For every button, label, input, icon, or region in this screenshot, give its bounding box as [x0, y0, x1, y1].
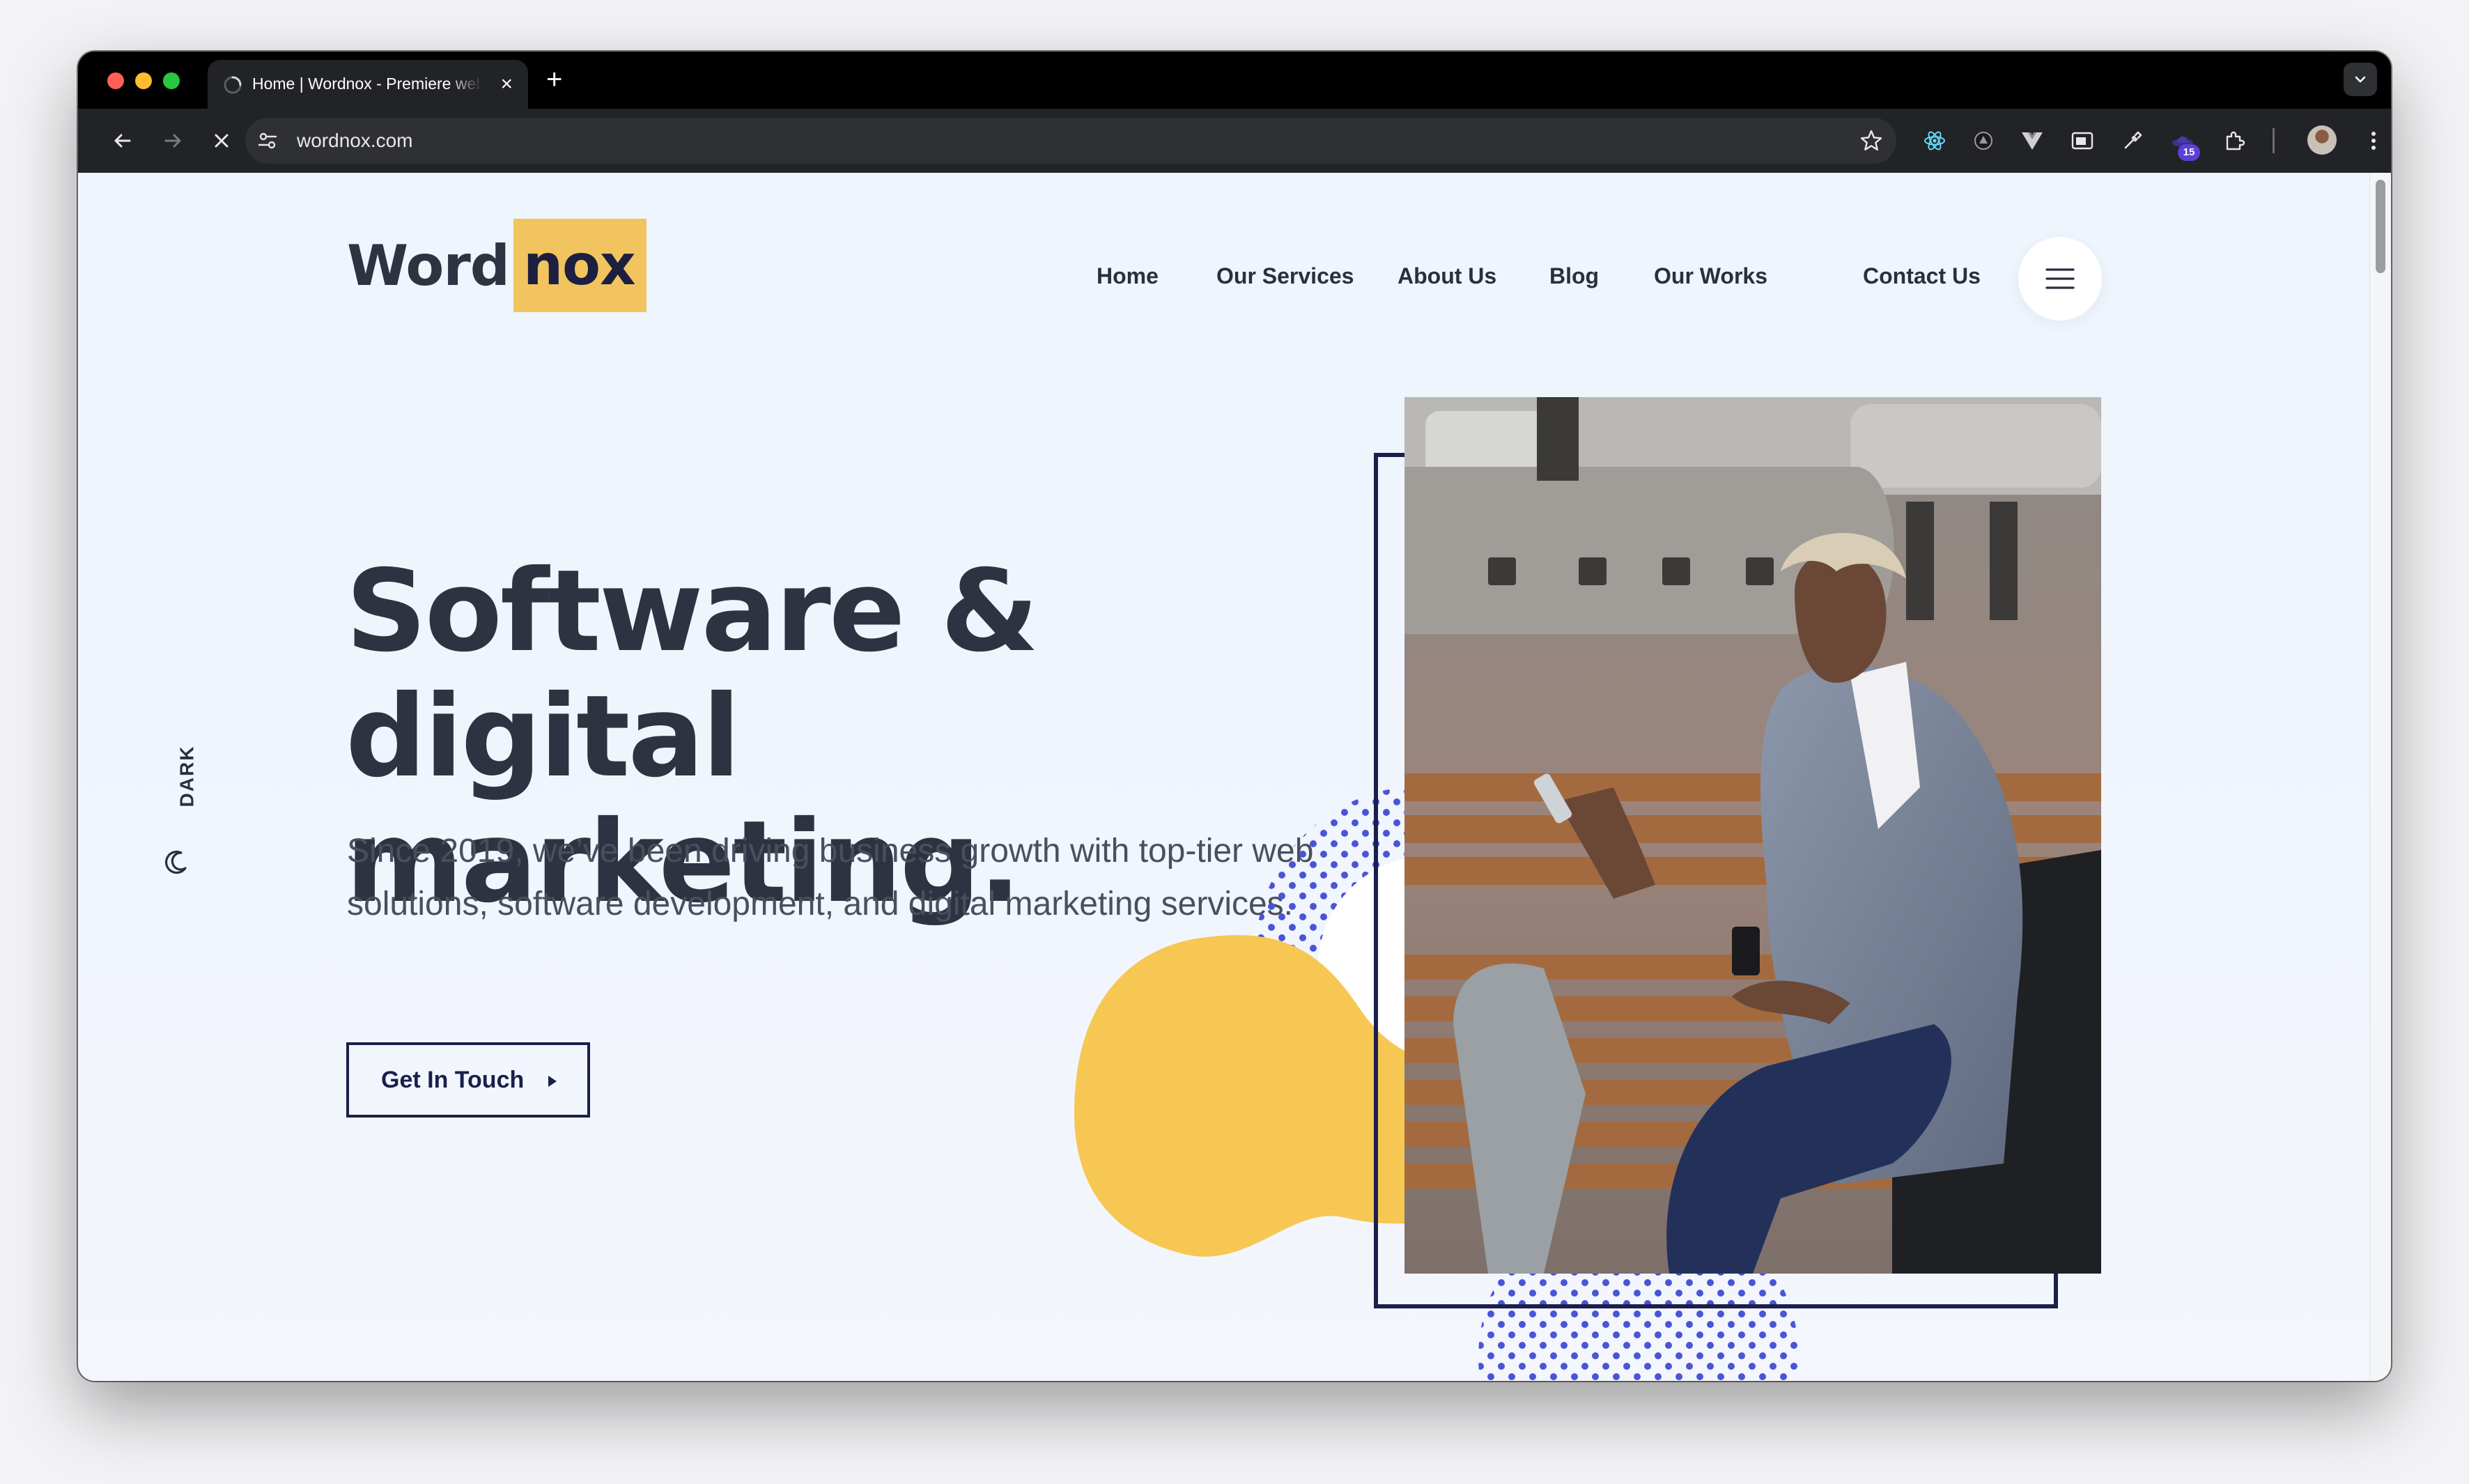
browser-toolbar: wordnox.com 15 — [78, 109, 2391, 173]
react-devtools-extension-icon[interactable] — [1921, 127, 1948, 154]
forward-button[interactable] — [157, 125, 188, 156]
dark-mode-toggle[interactable]: DARK — [148, 723, 203, 890]
get-in-touch-label: Get In Touch — [381, 1066, 525, 1093]
nav-home[interactable]: Home — [1097, 263, 1159, 289]
active-tab[interactable]: Home | Wordnox - Premiere web solutions … — [208, 60, 528, 109]
extension-badge: 15 — [2178, 144, 2200, 161]
toolbar-divider — [2273, 128, 2275, 153]
tab-search-button[interactable] — [2344, 63, 2377, 96]
arrow-left-icon — [114, 134, 131, 148]
site-logo[interactable]: Word nox — [347, 219, 647, 312]
nav-our-services[interactable]: Our Services — [1216, 263, 1354, 289]
loading-spinner-icon — [224, 76, 242, 94]
get-in-touch-button[interactable]: Get In Touch — [346, 1042, 590, 1118]
page-scrollbar[interactable] — [2369, 173, 2391, 1381]
profile-avatar[interactable] — [2307, 125, 2337, 155]
eyedropper-extension-icon[interactable] — [2119, 127, 2146, 154]
nav-blog[interactable]: Blog — [1549, 263, 1599, 289]
minimize-window-button[interactable] — [135, 72, 152, 89]
maximize-window-button[interactable] — [163, 72, 180, 89]
extensions-puzzle-icon[interactable] — [2221, 127, 2247, 154]
shield-extension-icon[interactable] — [1970, 127, 1997, 154]
caret-right-icon — [548, 1076, 557, 1087]
nav-contact-us[interactable]: Contact Us — [1863, 263, 1981, 289]
tab-close-icon[interactable]: × — [500, 72, 513, 96]
close-window-button[interactable] — [107, 72, 124, 89]
url-text: wordnox.com — [297, 130, 413, 151]
logo-word: Word — [347, 233, 510, 298]
tab-title: Home | Wordnox - Premiere web solutions — [252, 75, 482, 93]
hamburger-menu-button[interactable] — [2018, 237, 2102, 320]
dark-mode-label: DARK — [176, 745, 198, 807]
logo-nox: nox — [513, 219, 647, 312]
kebab-menu-icon[interactable] — [2360, 127, 2387, 154]
back-button[interactable] — [107, 125, 138, 156]
web-page: Word nox Home Our Services About Us Blog… — [78, 173, 2391, 1381]
vue-extension-icon[interactable] — [2019, 127, 2045, 154]
close-icon — [215, 134, 229, 148]
hero-photo — [1404, 397, 2101, 1274]
browser-window: Home | Wordnox - Premiere web solutions … — [78, 52, 2391, 1381]
nav-our-works[interactable]: Our Works — [1654, 263, 1767, 289]
arrow-right-icon — [164, 134, 181, 148]
hamburger-icon — [2045, 268, 2075, 289]
window-extension-icon[interactable] — [2069, 127, 2096, 154]
stop-loading-button[interactable] — [206, 125, 237, 156]
new-tab-button[interactable]: + — [546, 64, 562, 95]
chevron-down-icon — [2355, 76, 2366, 83]
tab-strip: Home | Wordnox - Premiere web solutions … — [78, 52, 2391, 109]
address-bar[interactable]: wordnox.com — [245, 118, 1896, 164]
site-settings-icon[interactable] — [256, 130, 279, 152]
moon-icon — [165, 850, 187, 874]
scrollbar-thumb[interactable] — [2376, 180, 2385, 273]
hero-title-line-1: Software & digital — [346, 546, 1039, 803]
nav-about-us[interactable]: About Us — [1398, 263, 1496, 289]
bookmark-star-icon[interactable] — [1859, 128, 1884, 153]
